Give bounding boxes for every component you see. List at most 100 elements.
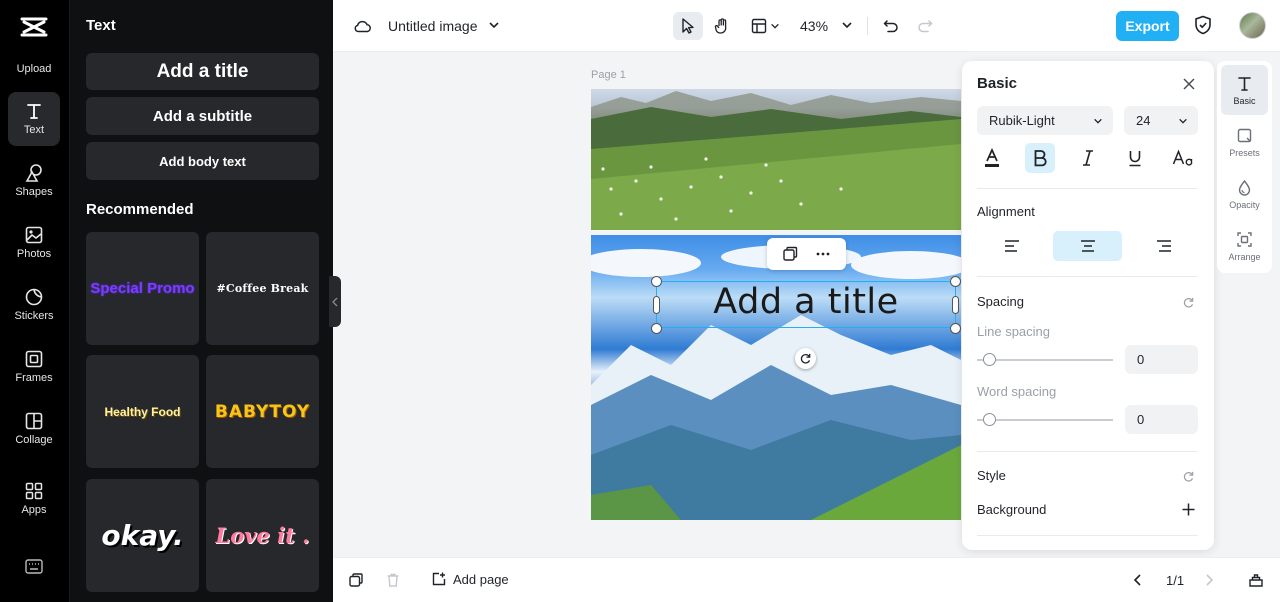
word-spacing-input[interactable]: 0 <box>1125 405 1198 434</box>
rail-item-text[interactable]: Text <box>8 92 60 146</box>
undo-button[interactable] <box>876 12 906 40</box>
template-label: #Coffee Break <box>216 282 309 295</box>
font-family-select[interactable]: Rubik-Light <box>977 106 1113 135</box>
snowy-mountain-image[interactable] <box>591 235 961 520</box>
line-spacing-input[interactable]: 0 <box>1125 345 1198 374</box>
resize-handle[interactable] <box>651 323 662 334</box>
line-spacing-label: Line spacing <box>977 324 1050 339</box>
reset-icon[interactable] <box>1182 470 1195 483</box>
template-tile[interactable]: Healthy Food <box>86 355 199 468</box>
line-spacing-slider[interactable] <box>977 359 1113 361</box>
shapes-icon <box>25 164 42 182</box>
delete-page-icon[interactable] <box>385 572 401 588</box>
divider <box>977 535 1198 536</box>
italic-icon <box>1083 150 1093 166</box>
more-options-icon[interactable] <box>814 245 832 263</box>
rail-item-label: Shapes <box>15 186 53 198</box>
add-page-icon <box>432 572 446 586</box>
stickers-icon <box>25 288 43 306</box>
text-color-button[interactable] <box>977 143 1007 173</box>
export-button[interactable]: Export <box>1116 11 1179 41</box>
align-left-button[interactable] <box>977 231 1046 261</box>
redo-button[interactable] <box>910 12 940 40</box>
rotate-handle[interactable] <box>795 348 816 369</box>
word-spacing-label: Word spacing <box>977 384 1057 399</box>
rail-item-apps[interactable]: Apps <box>8 472 60 526</box>
capcut-logo-icon[interactable] <box>19 14 49 40</box>
underline-icon <box>1129 151 1141 167</box>
chevron-down-icon[interactable] <box>488 19 500 31</box>
rail-item-frames[interactable]: Frames <box>8 340 60 394</box>
canvas-text-element[interactable]: Add a title <box>656 282 956 322</box>
template-tile[interactable]: Special Promo <box>86 232 199 345</box>
redo-icon <box>918 20 933 33</box>
rail-item-photos[interactable]: Photos <box>8 216 60 270</box>
rail-item-shapes[interactable]: Shapes <box>8 154 60 208</box>
layers-icon[interactable] <box>1248 572 1264 588</box>
chevron-down-icon[interactable] <box>841 19 853 31</box>
text-case-button[interactable] <box>1168 143 1198 173</box>
shield-icon[interactable] <box>1192 14 1214 36</box>
tab-arrange[interactable]: Arrange <box>1221 221 1268 271</box>
chevron-right-icon[interactable] <box>1201 572 1217 588</box>
left-rail: Upload Text Shapes Photos Stickers Frame… <box>0 0 69 602</box>
add-page-button[interactable]: Add page <box>431 571 509 587</box>
resize-handle[interactable] <box>950 323 961 334</box>
tab-opacity[interactable]: Opacity <box>1221 169 1268 219</box>
close-icon[interactable] <box>1181 76 1197 92</box>
mountain-meadow-image[interactable] <box>591 89 961 230</box>
word-spacing-slider[interactable] <box>977 419 1113 421</box>
properties-title: Basic <box>977 75 1018 92</box>
divider <box>977 276 1198 277</box>
font-size-select[interactable]: 24 <box>1124 106 1198 135</box>
add-subtitle-button[interactable]: Add a subtitle <box>86 97 319 135</box>
duplicate-page-icon[interactable] <box>348 572 364 588</box>
keyboard-shortcuts-icon[interactable] <box>24 558 44 576</box>
add-title-button[interactable]: Add a title <box>86 53 319 90</box>
collage-icon <box>25 412 43 430</box>
bold-button[interactable] <box>1025 143 1055 173</box>
template-tile[interactable]: #Coffee Break <box>206 232 319 345</box>
spacing-heading: Spacing <box>977 294 1024 309</box>
text-panel: Text Add a title Add a subtitle Add body… <box>69 0 333 602</box>
reset-icon[interactable] <box>1182 296 1195 309</box>
document-title[interactable]: Untitled image <box>388 18 478 34</box>
slider-knob[interactable] <box>983 413 996 426</box>
page-indicator: 1/1 <box>1166 573 1185 588</box>
template-tile[interactable]: okay. <box>86 479 199 592</box>
rail-item-stickers[interactable]: Stickers <box>8 278 60 332</box>
slider-knob[interactable] <box>983 353 996 366</box>
style-heading: Style <box>977 468 1006 483</box>
add-body-text-button[interactable]: Add body text <box>86 142 319 180</box>
page-label: Page 1 <box>591 69 626 81</box>
layout-tool-button[interactable] <box>747 12 783 40</box>
photos-icon <box>25 226 43 244</box>
duplicate-icon[interactable] <box>781 245 799 263</box>
rail-item-upload[interactable]: Upload <box>8 42 60 96</box>
hand-tool-button[interactable] <box>707 12 737 40</box>
underline-button[interactable] <box>1120 143 1150 173</box>
rail-item-collage[interactable]: Collage <box>8 402 60 456</box>
template-tile[interactable]: Love it . <box>206 479 319 592</box>
italic-button[interactable] <box>1073 143 1103 173</box>
tab-label: Presets <box>1229 147 1260 158</box>
zoom-level[interactable]: 43% <box>800 18 828 34</box>
tab-basic[interactable]: Basic <box>1221 65 1268 115</box>
template-tile[interactable]: BABYTOY <box>206 355 319 468</box>
tab-presets[interactable]: Presets <box>1221 117 1268 167</box>
plus-icon[interactable] <box>1181 502 1196 517</box>
rail-item-label: Text <box>23 124 45 136</box>
avatar[interactable] <box>1239 12 1266 39</box>
presets-icon <box>1237 128 1252 142</box>
chevron-left-icon[interactable] <box>1130 572 1146 588</box>
align-center-button[interactable] <box>1053 231 1122 261</box>
align-right-button[interactable] <box>1129 231 1198 261</box>
text-case-icon <box>1172 149 1193 166</box>
chevron-down-icon <box>1179 118 1187 124</box>
select-tool-button[interactable] <box>673 12 703 40</box>
meadow-scene-illustration <box>591 91 961 230</box>
cloud-sync-icon[interactable] <box>353 16 373 36</box>
undo-icon <box>883 20 898 33</box>
alignment-heading: Alignment <box>977 204 1035 219</box>
panel-collapse-handle[interactable] <box>329 276 341 327</box>
